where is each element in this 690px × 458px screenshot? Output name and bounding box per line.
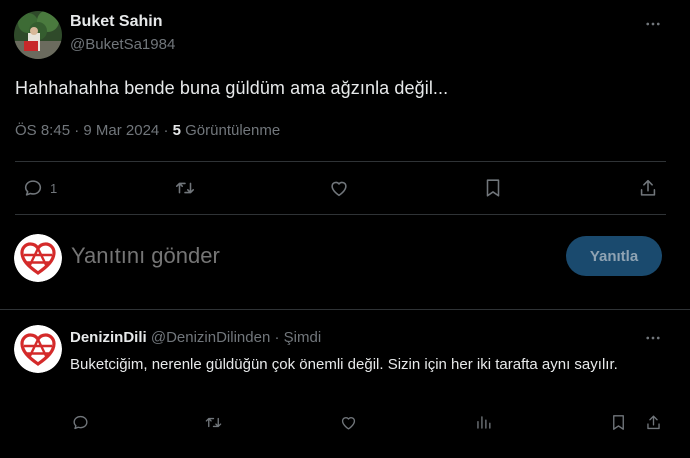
reply-author-avatar[interactable] bbox=[14, 325, 62, 373]
reply-button[interactable]: 1 bbox=[22, 177, 57, 199]
divider bbox=[0, 309, 690, 310]
author-handle[interactable]: @BuketSa1984 bbox=[70, 36, 175, 53]
reply-views-button[interactable] bbox=[474, 413, 493, 432]
compose-avatar[interactable] bbox=[14, 234, 62, 282]
meta-separator: · bbox=[74, 122, 84, 139]
reply-header: DenizinDili @DenizinDilinden · Şimdi bbox=[70, 329, 321, 346]
reply-bubble-icon bbox=[24, 180, 42, 196]
divider bbox=[15, 161, 666, 162]
reply-retweet-button[interactable] bbox=[204, 413, 223, 432]
share-icon bbox=[640, 179, 656, 196]
reply-author-handle[interactable]: @DenizinDilinden bbox=[151, 329, 270, 346]
author-avatar[interactable] bbox=[14, 11, 62, 59]
reply-reply-button[interactable] bbox=[71, 413, 90, 432]
more-dots-icon bbox=[646, 22, 660, 26]
tweet-time[interactable]: ÖS 8:45 bbox=[15, 122, 70, 139]
tweet-date[interactable]: 9 Mar 2024 bbox=[83, 122, 159, 139]
reply-time[interactable]: Şimdi bbox=[284, 329, 322, 346]
heart-icon bbox=[331, 181, 347, 197]
reply-share-button[interactable] bbox=[644, 413, 663, 432]
reply-text: Buketciğim, nerenle güldüğün çok önemli … bbox=[70, 356, 618, 373]
more-dots-icon bbox=[646, 336, 660, 340]
views-count: 5 bbox=[172, 122, 181, 139]
like-button[interactable] bbox=[328, 177, 350, 199]
bookmark-icon bbox=[613, 415, 624, 430]
retweet-button[interactable] bbox=[174, 177, 196, 199]
tweet-text: Hahhahahha bende buna güldüm ama ağzınla… bbox=[15, 78, 449, 98]
heart-icon bbox=[341, 417, 356, 430]
meta-separator: · bbox=[163, 122, 173, 139]
retweet-icon bbox=[205, 417, 222, 428]
retweet-icon bbox=[175, 182, 195, 194]
share-icon bbox=[647, 415, 660, 430]
reply-bubble-icon bbox=[73, 415, 88, 430]
reply-more-button[interactable] bbox=[643, 328, 663, 348]
tweet-meta: ÖS 8:45 · 9 Mar 2024 · 5 Görüntülenme bbox=[15, 122, 280, 139]
reply-input[interactable] bbox=[71, 243, 391, 269]
bookmark-icon bbox=[486, 179, 500, 197]
meta-separator: · bbox=[274, 329, 284, 346]
reply-bookmark-button[interactable] bbox=[609, 413, 628, 432]
divider bbox=[15, 214, 666, 215]
reply-submit-button[interactable]: Yanıtla bbox=[566, 236, 662, 276]
tweet-more-button[interactable] bbox=[643, 14, 663, 34]
share-button[interactable] bbox=[637, 177, 659, 199]
reply-count: 1 bbox=[50, 180, 58, 196]
bookmark-button[interactable] bbox=[482, 177, 504, 199]
reply-like-button[interactable] bbox=[339, 413, 358, 432]
analytics-icon bbox=[477, 416, 491, 429]
reply-author-name[interactable]: DenizinDili bbox=[70, 329, 147, 346]
views-label: Görüntülenme bbox=[185, 122, 281, 139]
author-name[interactable]: Buket Sahin bbox=[70, 13, 162, 31]
